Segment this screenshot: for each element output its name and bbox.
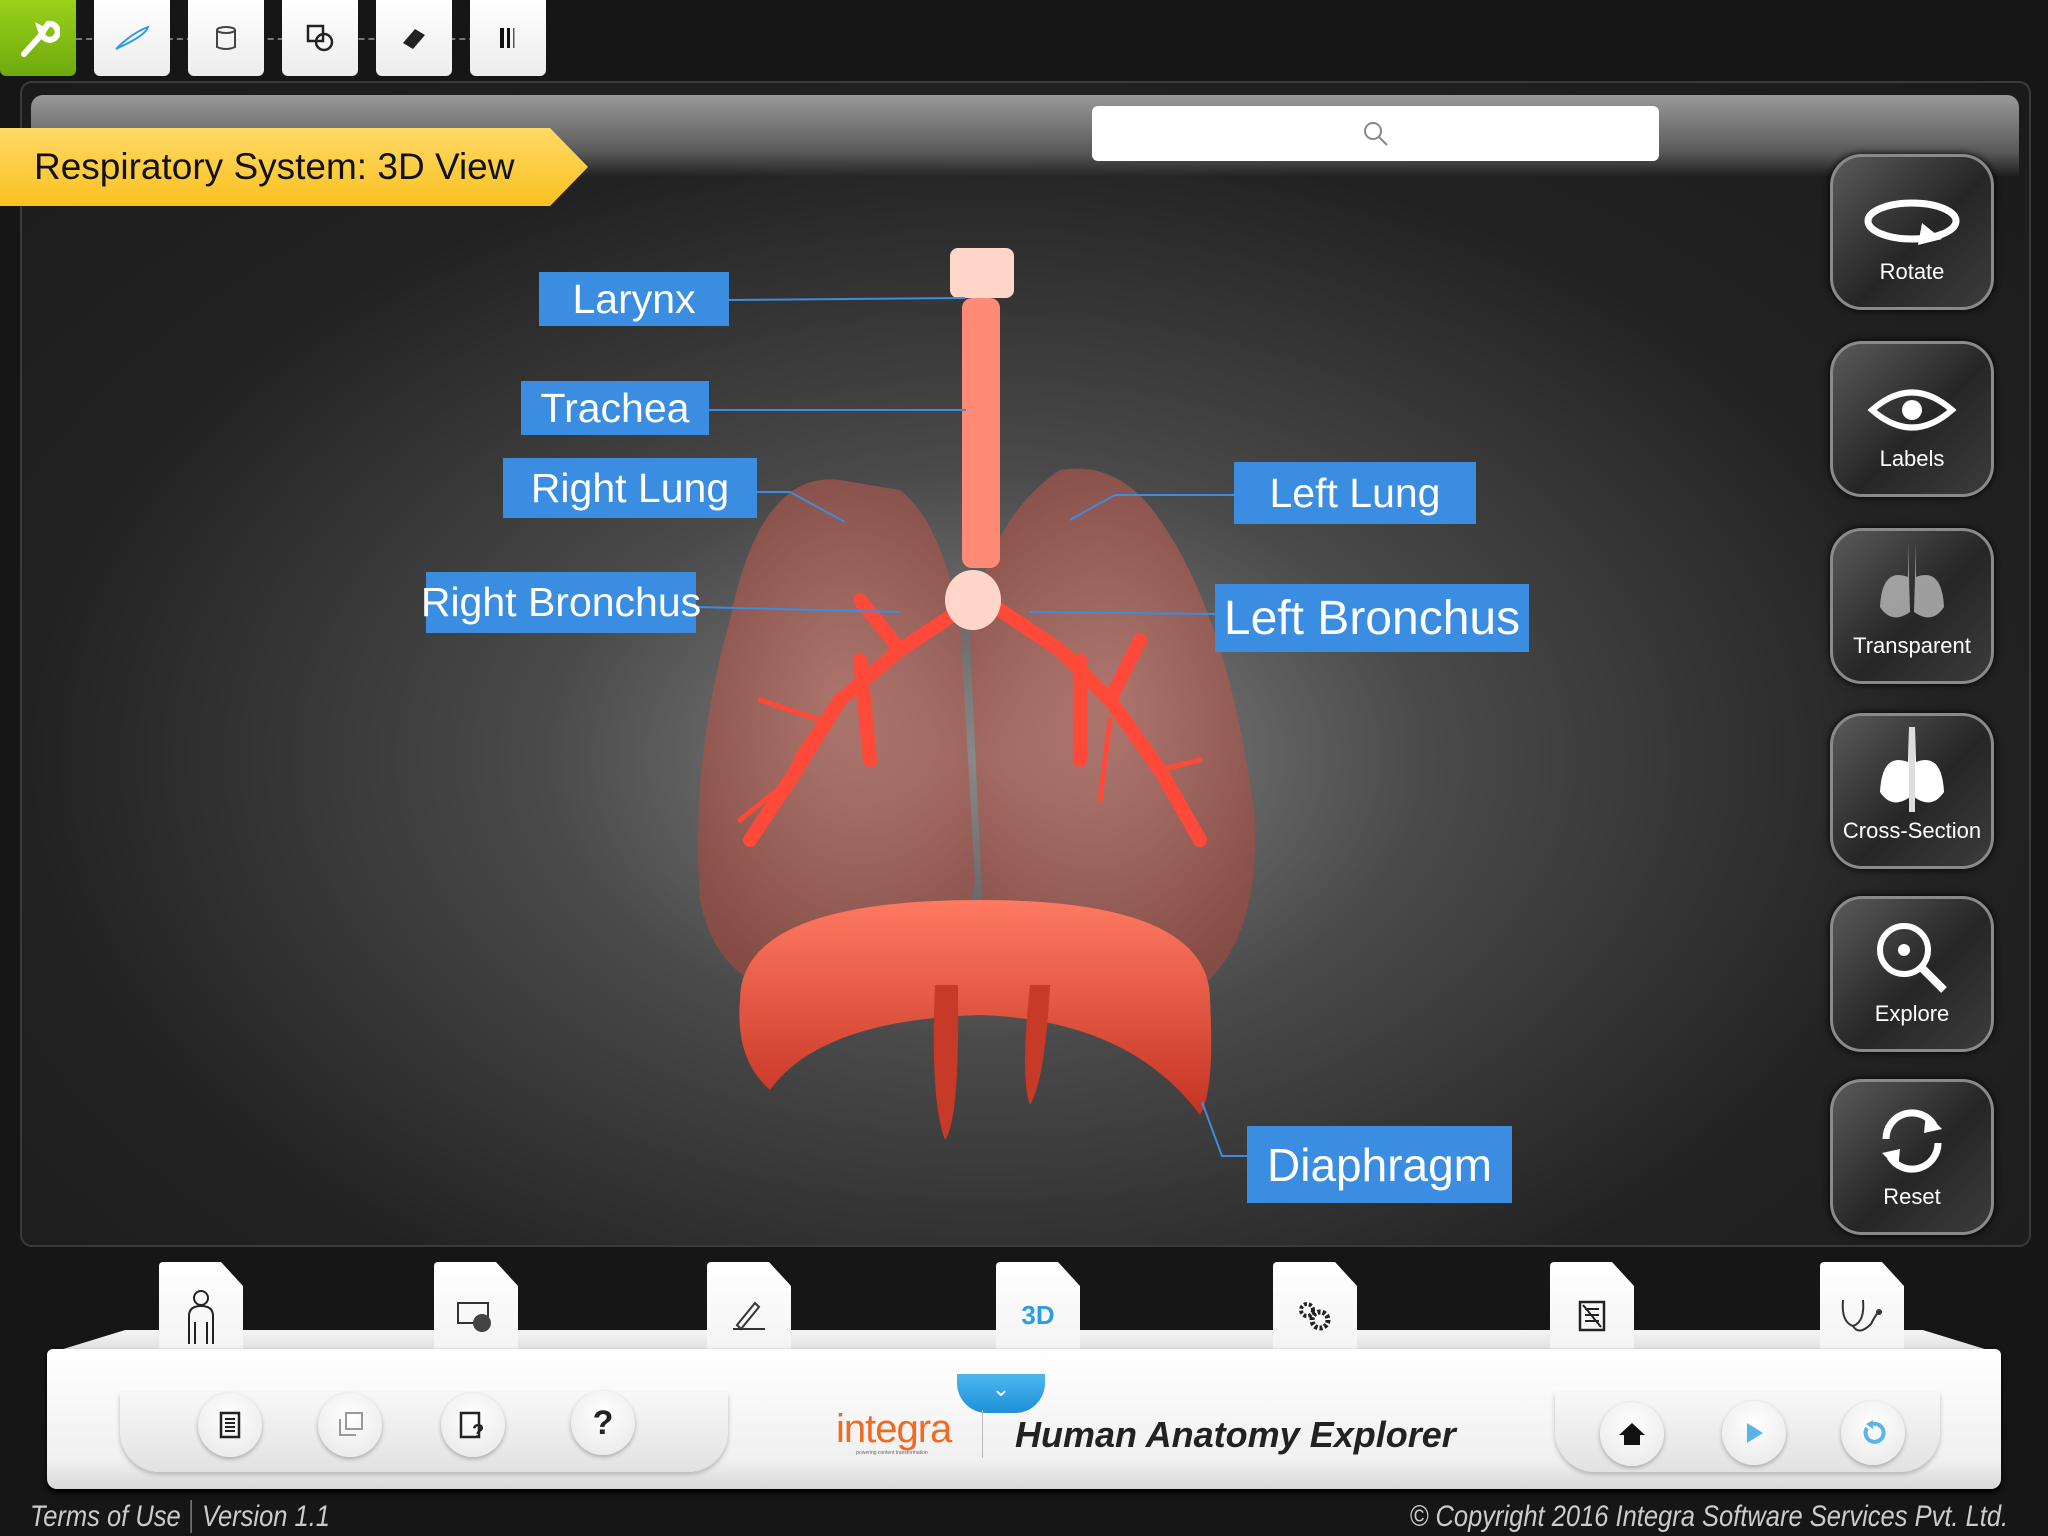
chevron-down-icon: ⌄ [991, 1376, 1011, 1401]
trachea [962, 298, 1000, 568]
explore-label: Explore [1874, 1001, 1950, 1026]
label-diaphragm[interactable]: Diaphragm [1247, 1126, 1512, 1203]
logo-text: integra [836, 1407, 952, 1451]
transparent-lungs-icon [1880, 542, 1944, 618]
version-text: Version 1.1 [201, 1500, 330, 1533]
reset-button[interactable]: Reset [1830, 1079, 1994, 1235]
label-trachea[interactable]: Trachea [521, 381, 709, 435]
rotate-label: Rotate [1879, 259, 1945, 284]
quiz-icon: ? [459, 1411, 484, 1440]
transparent-label: Transparent [1853, 633, 1971, 658]
svg-text:?: ? [472, 1421, 484, 1440]
integra-logo: integra powering content transformation [836, 1407, 952, 1456]
play-button[interactable] [1722, 1401, 1786, 1465]
cross-section-lungs-icon [1880, 727, 1944, 812]
transparent-button[interactable]: Transparent [1830, 528, 1994, 684]
reset-label: Reset [1883, 1184, 1941, 1209]
label-left-lung[interactable]: Left Lung [1234, 462, 1476, 524]
write-icon [733, 1301, 765, 1330]
document-list-icon [219, 1411, 241, 1439]
gears-icon [1299, 1301, 1331, 1330]
video-icon [457, 1301, 491, 1332]
label-right-bronchus[interactable]: Right Bronchus [421, 572, 701, 633]
labels-button[interactable]: Labels [1830, 341, 1994, 497]
labels-label: Labels [1879, 446, 1945, 471]
quiz-button[interactable]: ? [441, 1393, 505, 1457]
copyright-text: © Copyright 2016 Integra Software Servic… [1409, 1500, 2008, 1533]
text-button[interactable] [318, 1393, 382, 1457]
stethoscope-icon [1841, 1299, 1882, 1331]
body-icon [188, 1289, 214, 1344]
notes-icon [1578, 1300, 1606, 1331]
label-left-bronchus[interactable]: Left Bronchus [1215, 584, 1529, 652]
diaphragm [739, 900, 1212, 1115]
replay-button[interactable] [1841, 1401, 1905, 1465]
play-icon [1747, 1423, 1763, 1443]
cross-section-button[interactable]: Cross-Section [1830, 713, 1994, 869]
rotate-icon [1864, 199, 1960, 245]
contents-button[interactable] [198, 1393, 262, 1457]
text-box-icon [339, 1412, 363, 1436]
larynx [950, 248, 1014, 298]
reset-icon [1882, 1109, 1942, 1173]
label-right-lung[interactable]: Right Lung [503, 458, 757, 518]
label-larynx[interactable]: Larynx [539, 272, 729, 326]
cross-section-label: Cross-Section [1842, 818, 1982, 843]
home-icon [1619, 1423, 1645, 1445]
terms-of-use-link[interactable]: Terms of Use [30, 1500, 181, 1533]
home-button[interactable] [1600, 1402, 1664, 1466]
app-title: Human Anatomy Explorer [1015, 1414, 1456, 1455]
replay-icon [1863, 1420, 1886, 1444]
rotate-button[interactable]: Rotate [1830, 154, 1994, 310]
help-button[interactable]: ? [571, 1391, 635, 1455]
respiratory-3d-model[interactable] [0, 0, 2048, 1300]
explore-magnifier-icon [1877, 923, 1947, 993]
eye-icon [1867, 389, 1957, 431]
footer-left: Terms of Use Version 1.1 [30, 1500, 330, 1534]
collapse-dock-button[interactable]: ⌄ [957, 1374, 1045, 1413]
logo-divider [982, 1410, 983, 1458]
explore-button[interactable]: Explore [1830, 896, 1994, 1052]
